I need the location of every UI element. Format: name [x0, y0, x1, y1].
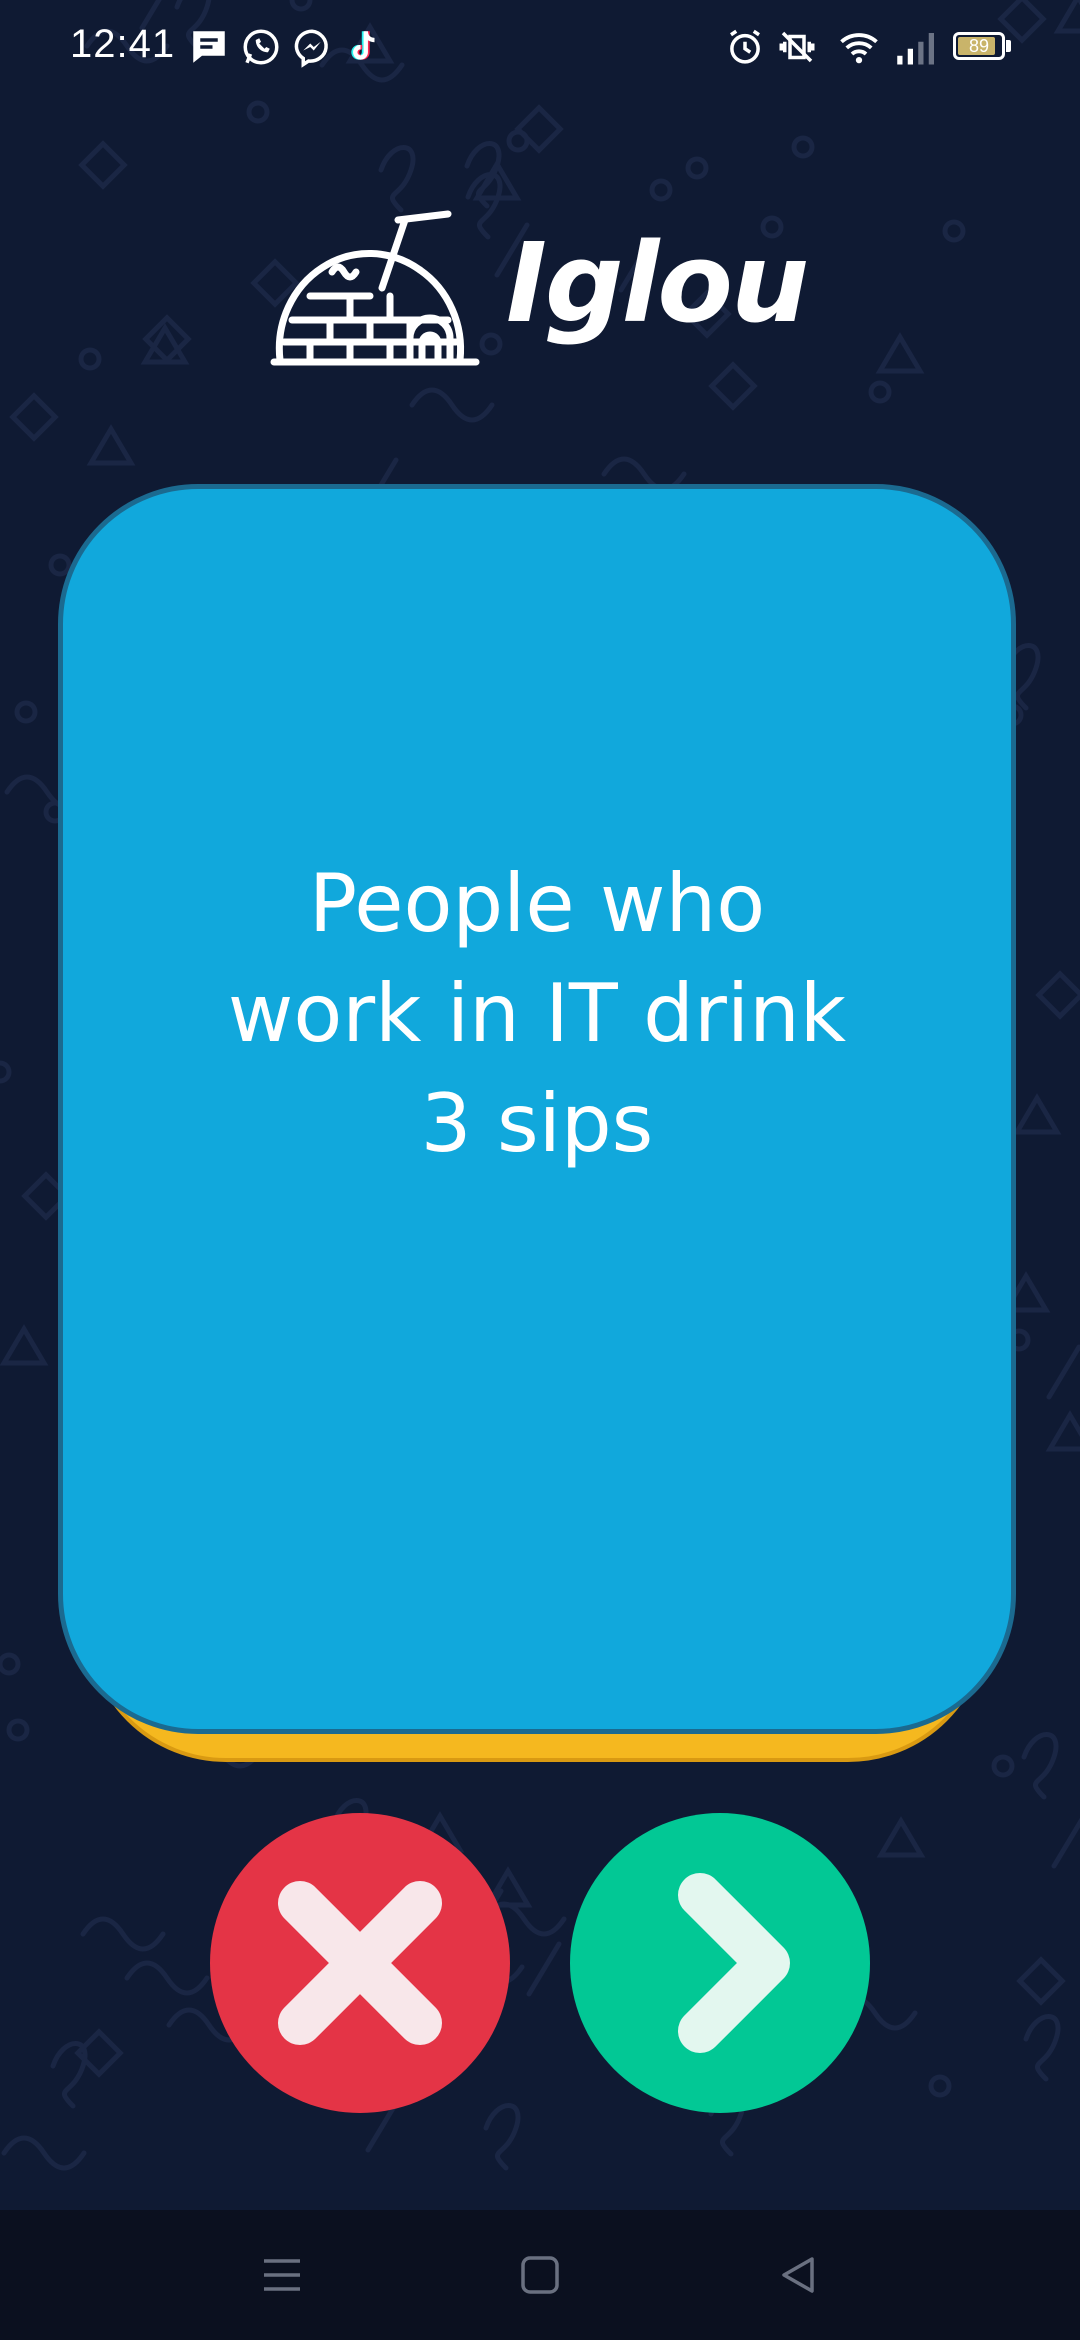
signal-icon [897, 33, 934, 65]
tiktok-icon [351, 31, 375, 60]
whatsapp-icon [243, 29, 279, 65]
back-icon [782, 2257, 814, 2293]
recent-apps-button[interactable] [252, 2245, 312, 2305]
app-name: Iglou [506, 219, 809, 347]
igloo-icon [270, 210, 480, 366]
close-icon [278, 1881, 442, 2045]
battery-icon: 89 [953, 32, 1005, 60]
menu-icon [264, 2259, 300, 2291]
chevron-right-icon [678, 1873, 790, 2053]
reject-button[interactable] [210, 1813, 510, 2113]
status-time: 12:41 [70, 22, 176, 66]
home-icon [521, 2256, 559, 2294]
app-logo: Iglou [270, 210, 830, 370]
wifi-icon [840, 33, 878, 64]
home-button[interactable] [510, 2245, 570, 2305]
alarm-icon [730, 29, 760, 64]
back-button[interactable] [768, 2245, 828, 2305]
battery-level: 89 [968, 36, 990, 56]
messenger-icon [294, 29, 328, 68]
status-bar: 12:41 89 [0, 0, 1080, 96]
vibrate-icon [779, 31, 815, 63]
next-button[interactable] [570, 1813, 870, 2113]
card-stack[interactable]: People who work in IT drink 3 sips [58, 484, 1016, 1762]
card-prompt-text: People who work in IT drink 3 sips [227, 857, 847, 1170]
message-icon [193, 31, 225, 63]
prompt-card[interactable]: People who work in IT drink 3 sips [58, 484, 1016, 1734]
system-nav-bar [0, 2210, 1080, 2340]
battery-tip [1006, 40, 1011, 52]
